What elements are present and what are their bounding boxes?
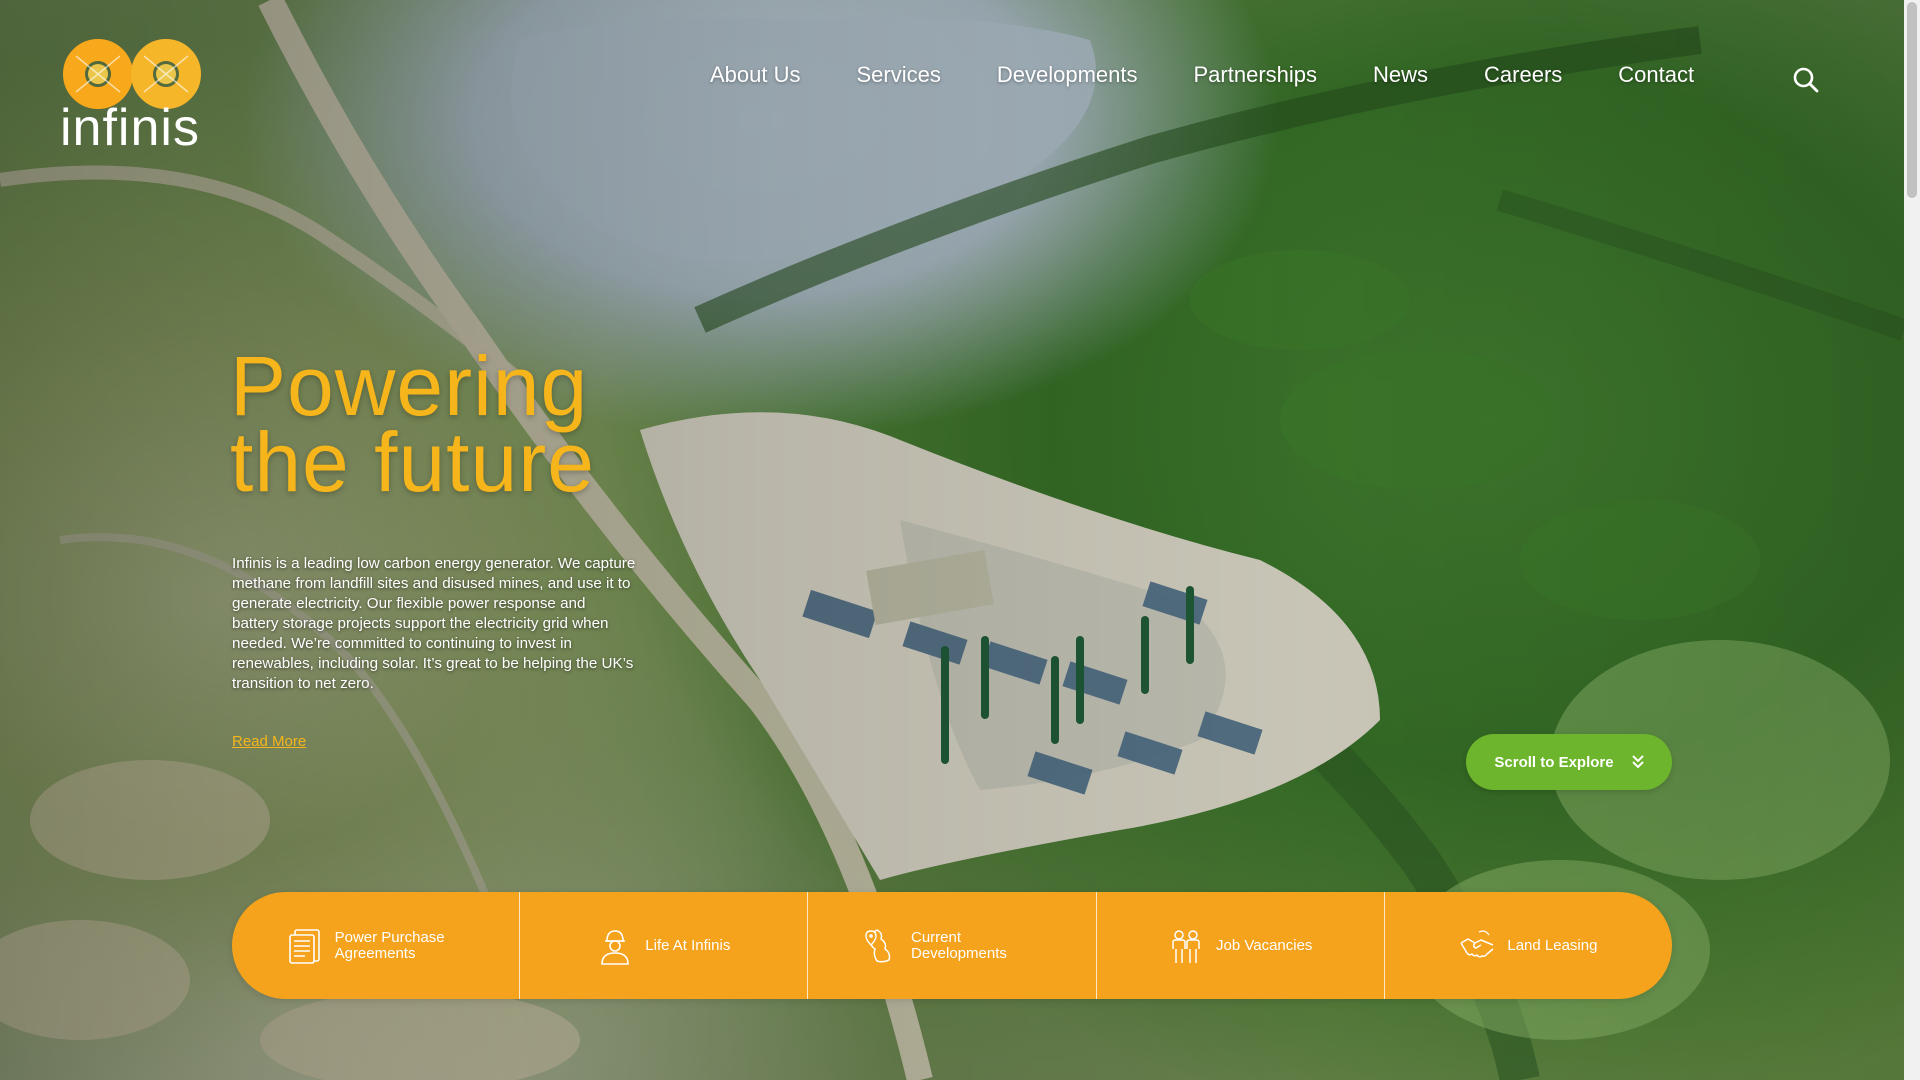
quick-link-life-at-infinis[interactable]: Life At Infinis bbox=[520, 892, 809, 999]
double-chevron-down-icon bbox=[1631, 755, 1644, 769]
quick-link-current-developments[interactable]: Current Developments bbox=[808, 892, 1097, 999]
hero-description: Infinis is a leading low carbon energy g… bbox=[232, 555, 636, 692]
quick-link-label: Job Vacancies bbox=[1215, 936, 1313, 954]
quick-links-bar: Power Purchase Agreements Life At Infini… bbox=[232, 892, 1672, 999]
infinis-logo[interactable]: infinis bbox=[60, 36, 202, 160]
handshake-icon bbox=[1460, 929, 1494, 958]
nav-item-news[interactable]: News bbox=[1373, 62, 1428, 88]
quick-link-label: Current Developments bbox=[911, 928, 1007, 962]
scrollbar-thumb[interactable] bbox=[1907, 2, 1917, 198]
uk-map-pin-icon bbox=[865, 928, 891, 963]
search-button[interactable] bbox=[1792, 66, 1820, 94]
quick-link-label: Life At Infinis bbox=[645, 936, 731, 954]
people-icon bbox=[1172, 929, 1200, 963]
quick-link-label: Power Purchase Agreements bbox=[334, 928, 445, 962]
page-scrollbar[interactable] bbox=[1904, 0, 1920, 1080]
nav-item-careers[interactable]: Careers bbox=[1484, 62, 1562, 88]
hero-title-line-1: Powering bbox=[230, 339, 589, 433]
worker-icon bbox=[601, 929, 630, 965]
document-icon bbox=[288, 928, 320, 964]
quick-link-job-vacancies[interactable]: Job Vacancies bbox=[1097, 892, 1385, 999]
read-more-link[interactable]: Read More bbox=[232, 733, 306, 750]
scroll-to-explore-label: Scroll to Explore bbox=[1494, 753, 1614, 771]
search-icon bbox=[1793, 67, 1819, 93]
nav-item-developments[interactable]: Developments bbox=[997, 62, 1138, 88]
quick-link-label: Land Leasing bbox=[1507, 936, 1598, 954]
nav-item-partnerships[interactable]: Partnerships bbox=[1194, 62, 1318, 88]
quick-link-land-leasing[interactable]: Land Leasing bbox=[1385, 892, 1672, 999]
logo-wordmark: infinis bbox=[60, 99, 200, 157]
quick-link-power-purchase-agreements[interactable]: Power Purchase Agreements bbox=[232, 892, 521, 999]
hero-title: Powering the future bbox=[230, 339, 595, 509]
hero-title-line-2: the future bbox=[230, 415, 595, 509]
main-nav: About Us Services Developments Partnersh… bbox=[710, 62, 1694, 88]
nav-item-contact[interactable]: Contact bbox=[1618, 62, 1694, 88]
scroll-to-explore-button[interactable]: Scroll to Explore bbox=[1466, 734, 1672, 790]
nav-item-about-us[interactable]: About Us bbox=[710, 62, 801, 88]
nav-item-services[interactable]: Services bbox=[857, 62, 941, 88]
